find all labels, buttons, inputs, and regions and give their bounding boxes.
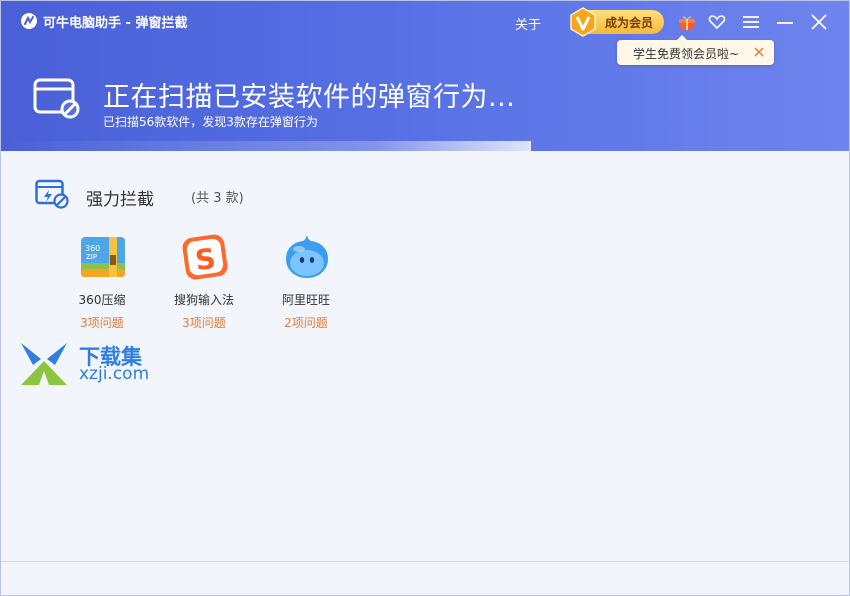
scan-status-subtitle: 已扫描56款软件，发现3款存在弹窗行为 [103,115,318,129]
vip-promo-tooltip: 学生免费领会员啦~ [617,35,774,65]
section-title: 强力拦截 [86,190,154,210]
app-name: 360压缩 [78,293,126,307]
aliwangwang-icon [286,235,328,278]
tooltip-close-icon[interactable] [753,46,765,58]
app-issue-count[interactable]: 2项问题 [261,314,351,331]
app-name: 搜狗输入法 [173,293,234,307]
tooltip-text: 学生免费领会员啦~ [633,47,740,61]
watermark-arrow-icon [21,343,67,385]
app-window: 可牛电脑助手 - 弹窗拦截 关于 成为会员 学生免费领会员啦~ 正在扫描已安装软… [0,0,850,596]
minimize-icon[interactable] [775,12,795,32]
window-title: 可牛电脑助手 - 弹窗拦截 [43,16,188,31]
favorite-heart-icon[interactable] [707,12,727,32]
close-icon[interactable] [809,12,829,32]
app-item-aliwangwang[interactable]: 阿里旺旺 2项问题 [261,233,351,333]
strong-block-icon [35,179,69,209]
sogou-icon: S [182,234,228,280]
vip-badge-icon [570,7,596,37]
vip-button-label: 成为会员 [605,16,654,30]
section-count: (共 3 款) [191,191,244,206]
scan-progress-glow [1,141,531,151]
360zip-icon: 360 ZIP [81,237,125,277]
app-issue-count[interactable]: 3项问题 [57,314,147,331]
app-name: 阿里旺旺 [281,293,330,307]
about-link[interactable]: 关于 [515,14,541,33]
become-vip-button[interactable]: 成为会员 [570,7,664,37]
svg-text:ZIP: ZIP [86,253,97,261]
app-item-360zip[interactable]: 360 ZIP 360压缩 3项问题 [57,233,147,333]
svg-text:360: 360 [85,244,100,253]
scan-status-title: 正在扫描已安装软件的弹窗行为... [103,82,516,113]
app-logo-icon [21,13,37,29]
watermark-domain: xzji.com [79,364,150,384]
footer-divider [1,561,849,562]
app-item-sogou[interactable]: S 搜狗输入法 3项问题 [159,233,249,333]
gift-icon[interactable] [677,12,697,32]
menu-icon[interactable] [741,12,761,32]
watermark-logo: 下载集 xzji.com [19,341,169,387]
header-banner: 可牛电脑助手 - 弹窗拦截 关于 成为会员 学生免费领会员啦~ 正在扫描已安装软… [1,1,849,151]
popup-block-icon [33,78,80,119]
app-issue-count[interactable]: 3项问题 [159,314,249,331]
